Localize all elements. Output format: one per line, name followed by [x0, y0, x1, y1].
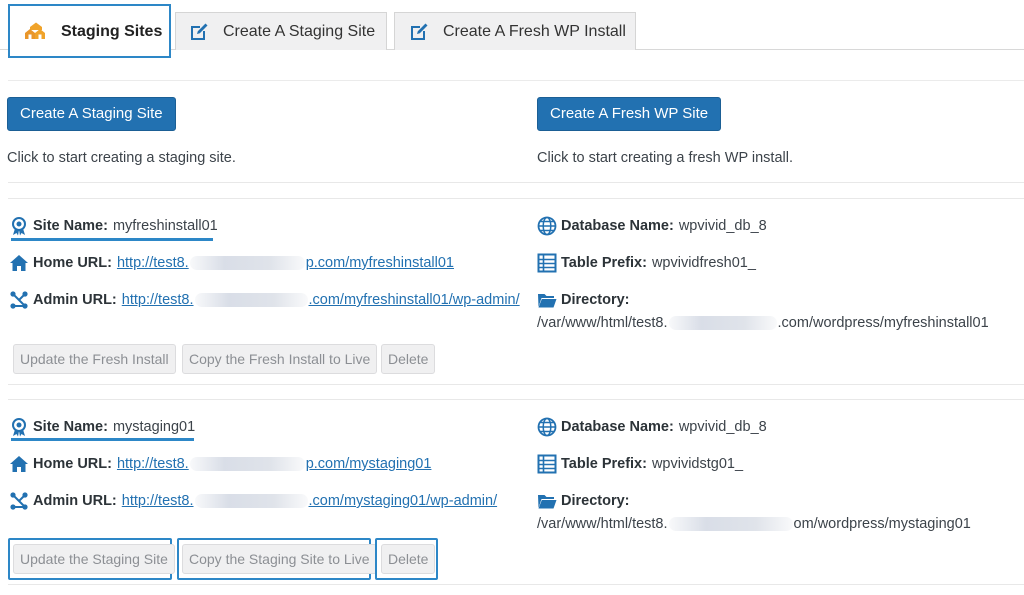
tab-create-staging-site[interactable]: Create A Staging Site — [175, 12, 387, 50]
home-url-label: Home URL: — [33, 255, 112, 271]
table-prefix-label: Table Prefix: — [561, 255, 647, 271]
site-name-value: myfreshinstall01 — [112, 218, 218, 234]
network-icon — [9, 290, 29, 310]
database-name-value: wpvivid_db_8 — [678, 218, 767, 234]
section-divider — [8, 399, 1024, 400]
home-url-label: Home URL: — [33, 456, 112, 472]
site-name-label: Site Name: — [33, 419, 108, 435]
tab-label: Create A Fresh WP Install — [443, 23, 626, 40]
section-divider — [8, 384, 1024, 385]
update-staging-site-button[interactable]: Update the Staging Site — [13, 544, 175, 574]
directory-path: /var/www/html/test8. .com/wordpress/myfre… — [537, 315, 989, 331]
globe-icon — [537, 417, 557, 437]
directory-row: Directory: — [537, 491, 635, 511]
site-name-highlight — [11, 238, 213, 241]
database-name-label: Database Name: — [561, 218, 674, 234]
copy-staging-site-to-live-button[interactable]: Copy the Staging Site to Live — [182, 544, 377, 574]
award-icon — [9, 417, 29, 437]
redacted-blur — [189, 457, 305, 472]
section-divider — [8, 584, 1024, 585]
tab-staging-sites[interactable]: Staging Sites — [8, 4, 171, 58]
fresh-hint-text: Click to start creating a fresh WP insta… — [537, 150, 793, 166]
edit-icon — [409, 22, 429, 42]
site-name-highlight — [11, 438, 194, 441]
home-url-row: Home URL: http://test8. p.com/myfreshinst… — [9, 253, 454, 273]
globe-icon — [537, 216, 557, 236]
table-icon — [537, 253, 557, 273]
create-staging-site-button[interactable]: Create A Staging Site — [7, 97, 176, 131]
admin-url-label: Admin URL: — [33, 292, 117, 308]
delete-staging-site-button[interactable]: Delete — [381, 544, 436, 574]
home-icon — [9, 253, 29, 273]
directory-label: Directory: — [561, 493, 630, 509]
home-icon — [9, 454, 29, 474]
site-name-row: Site Name: myfreshinstall01 — [9, 216, 218, 236]
folder-icon — [537, 491, 557, 511]
table-prefix-label: Table Prefix: — [561, 456, 647, 472]
admin-url-row: Admin URL: http://test8. .com/myfreshinst… — [9, 290, 520, 310]
table-prefix-row: Table Prefix: wpvividfresh01_ — [537, 253, 756, 273]
redacted-blur — [668, 517, 793, 532]
directory-row: Directory: — [537, 290, 635, 310]
admin-url-link[interactable]: http://test8. .com/mystaging01/wp-admin/ — [122, 493, 497, 509]
folder-icon — [537, 290, 557, 310]
update-fresh-install-button[interactable]: Update the Fresh Install — [13, 344, 176, 374]
database-name-row: Database Name: wpvivid_db_8 — [537, 417, 767, 437]
nav-tab-bar: Staging Sites Create A Staging Site Crea… — [0, 0, 1024, 58]
home-url-row: Home URL: http://test8. p.com/mystaging01 — [9, 454, 431, 474]
directory-path: /var/www/html/test8. om/wordpress/mystagi… — [537, 516, 971, 532]
admin-url-row: Admin URL: http://test8. .com/mystaging01… — [9, 491, 497, 511]
panel-top-border — [8, 80, 1024, 81]
redacted-blur — [668, 316, 777, 331]
tab-label: Create A Staging Site — [223, 23, 376, 40]
table-prefix-value: wpvividstg01_ — [651, 456, 744, 472]
copy-fresh-install-to-live-button[interactable]: Copy the Fresh Install to Live — [182, 344, 378, 374]
redacted-blur — [194, 494, 308, 509]
tab-label: Staging Sites — [61, 23, 163, 40]
section-divider — [8, 198, 1024, 199]
section-divider — [8, 182, 1024, 183]
edit-icon — [189, 22, 209, 42]
tab-create-fresh-wp-install[interactable]: Create A Fresh WP Install — [394, 12, 636, 50]
admin-url-label: Admin URL: — [33, 493, 117, 509]
create-fresh-wp-site-button[interactable]: Create A Fresh WP Site — [537, 97, 722, 131]
database-name-value: wpvivid_db_8 — [678, 419, 767, 435]
admin-url-link[interactable]: http://test8. .com/myfreshinstall01/wp-ad… — [122, 292, 520, 308]
directory-label: Directory: — [561, 292, 630, 308]
site-name-label: Site Name: — [33, 218, 108, 234]
table-prefix-row: Table Prefix: wpvividstg01_ — [537, 454, 743, 474]
site-name-row: Site Name: mystaging01 — [9, 417, 195, 437]
table-prefix-value: wpvividfresh01_ — [651, 255, 756, 271]
award-icon — [9, 216, 29, 236]
database-name-label: Database Name: — [561, 419, 674, 435]
table-icon — [537, 454, 557, 474]
redacted-blur — [194, 293, 308, 308]
home-url-link[interactable]: http://test8. p.com/mystaging01 — [117, 456, 431, 472]
network-icon — [9, 491, 29, 511]
home-icon — [24, 21, 46, 41]
staging-hint-text: Click to start creating a staging site. — [7, 150, 236, 166]
home-url-link[interactable]: http://test8. p.com/myfreshinstall01 — [117, 255, 454, 271]
site-name-value: mystaging01 — [112, 419, 196, 435]
delete-fresh-install-button[interactable]: Delete — [381, 344, 436, 374]
redacted-blur — [189, 256, 305, 271]
database-name-row: Database Name: wpvivid_db_8 — [537, 216, 767, 236]
